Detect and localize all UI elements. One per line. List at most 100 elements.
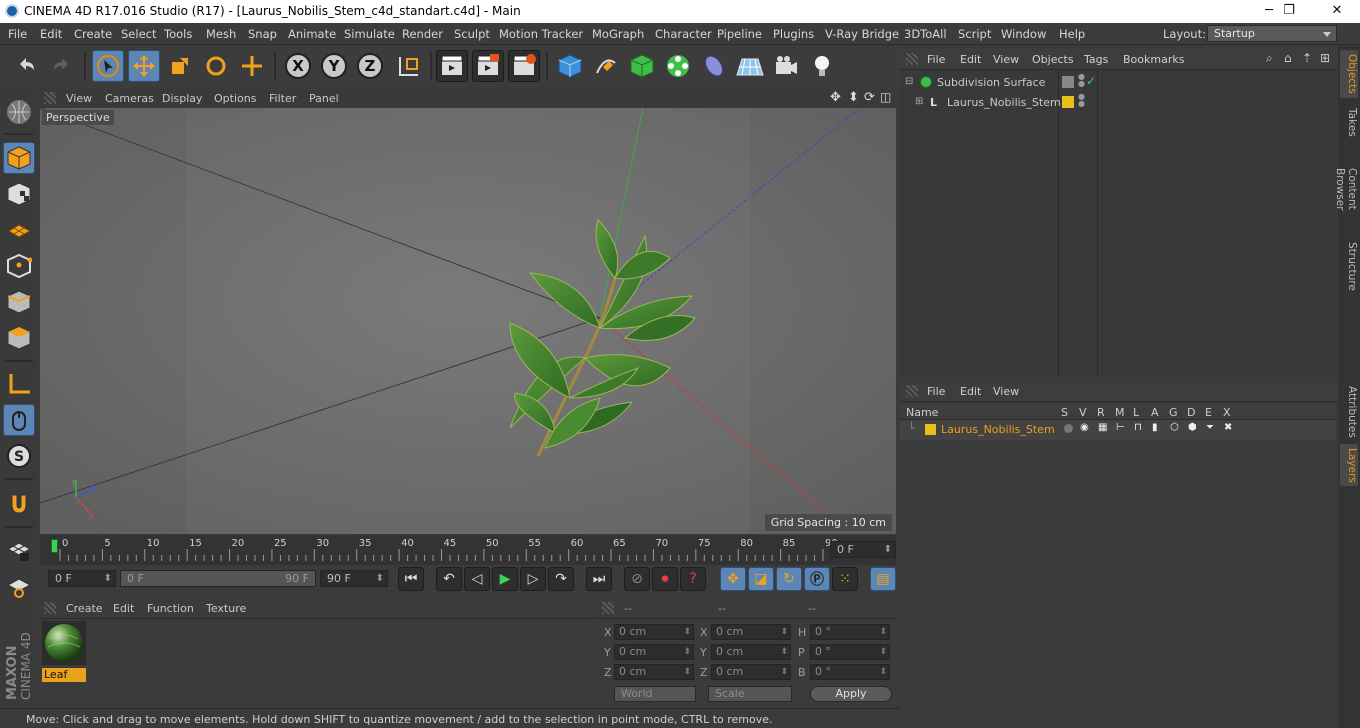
texture-mode-button[interactable]: [3, 178, 35, 210]
redo-button[interactable]: [46, 50, 78, 82]
live-selection-button[interactable]: [92, 50, 124, 82]
model-mode-button[interactable]: [3, 142, 35, 174]
current-frame-field[interactable]: 0 F: [830, 541, 896, 558]
layer-name[interactable]: Laurus_Nobilis_Stem: [941, 423, 1055, 436]
viewport-menu-display[interactable]: Display: [162, 92, 203, 105]
col-name[interactable]: Name: [906, 406, 938, 419]
menu-vray-bridge[interactable]: V-Ray Bridge: [825, 27, 899, 41]
magnet-button[interactable]: [3, 488, 35, 520]
workplane-mode-button[interactable]: [3, 214, 35, 246]
rot-h-field[interactable]: 0 °: [810, 624, 890, 640]
layers-menu-view[interactable]: View: [993, 385, 1019, 398]
size-x-field[interactable]: 0 cm: [711, 624, 791, 640]
object-row-subdivision-surface[interactable]: ⊟ Subdivision Surface ● ● ✓: [900, 73, 1336, 93]
enabled-check-icon[interactable]: ✓: [1086, 74, 1096, 88]
menu-plugins[interactable]: Plugins: [773, 27, 814, 41]
col-render[interactable]: R: [1097, 406, 1105, 419]
rot-p-field[interactable]: 0 °: [810, 644, 890, 660]
search-icon[interactable]: ⌕: [1266, 51, 1273, 66]
menu-mograph[interactable]: MoGraph: [592, 27, 644, 41]
size-z-field[interactable]: 0 cm: [711, 664, 791, 680]
col-deformers[interactable]: D: [1187, 406, 1195, 419]
y-axis-lock-button[interactable]: Y: [318, 50, 350, 82]
deformer-icon[interactable]: ⬢: [1188, 422, 1197, 433]
menu-pipeline[interactable]: Pipeline: [717, 27, 762, 41]
previous-key-button[interactable]: ↶: [436, 567, 462, 591]
objects-menu-tags[interactable]: Tags: [1084, 53, 1108, 66]
menu-tools[interactable]: Tools: [164, 27, 192, 41]
menu-sculpt[interactable]: Sculpt: [454, 27, 490, 41]
go-to-end-button[interactable]: ⏭: [586, 567, 612, 591]
tab-layers[interactable]: Layers: [1340, 444, 1358, 486]
menu-character[interactable]: Character: [655, 27, 712, 41]
rot-b-field[interactable]: 0 °: [810, 664, 890, 680]
subdivision-surface-button[interactable]: [626, 50, 658, 82]
col-manager[interactable]: M: [1115, 406, 1125, 419]
move-tool-button[interactable]: [128, 50, 160, 82]
cube-primitive-button[interactable]: [554, 50, 586, 82]
visibility-dots-icon[interactable]: ● ●: [1078, 73, 1085, 88]
end-frame-field[interactable]: 90 F: [320, 570, 388, 587]
pos-z-field[interactable]: 0 cm: [614, 664, 694, 680]
xref-icon[interactable]: ✖: [1224, 422, 1232, 433]
menu-create[interactable]: Create: [74, 27, 112, 41]
menu-animate[interactable]: Animate: [288, 27, 336, 41]
objects-menu-view[interactable]: View: [993, 53, 1019, 66]
timeline-window-button[interactable]: ▤: [870, 567, 896, 591]
object-name[interactable]: Subdivision Surface: [937, 76, 1045, 89]
new-view-icon[interactable]: ⊞: [1320, 51, 1330, 65]
camera-button[interactable]: [770, 50, 802, 82]
menu-file[interactable]: File: [8, 27, 27, 41]
key-pla-button[interactable]: ⁙: [832, 567, 858, 591]
key-rotation-button[interactable]: ↻: [776, 567, 802, 591]
keyframe-selection-button[interactable]: ?: [680, 567, 706, 591]
col-locked[interactable]: L: [1133, 406, 1139, 419]
viewport-pan-icon[interactable]: ✥: [830, 90, 841, 105]
col-solo[interactable]: S: [1061, 406, 1068, 419]
lock-icon[interactable]: ⊓: [1134, 422, 1142, 433]
viewport-3d[interactable]: Y X Z Perspective Grid Spacing : 10 cm: [40, 108, 896, 534]
maximize-button[interactable]: ❐: [1268, 0, 1310, 23]
mograph-cloner-button[interactable]: [662, 50, 694, 82]
layout-select[interactable]: Startup: [1207, 25, 1337, 42]
menu-simulate[interactable]: Simulate: [344, 27, 395, 41]
layer-swatch-yellow[interactable]: [1062, 96, 1074, 108]
start-frame-field[interactable]: 0 F: [48, 570, 116, 587]
size-y-field[interactable]: 0 cm: [711, 644, 791, 660]
menu-3dtoall[interactable]: 3DToAll: [904, 27, 947, 41]
manager-tree-icon[interactable]: ⊢: [1116, 422, 1125, 433]
render-clapboard-icon[interactable]: ▦: [1098, 422, 1107, 433]
light-button[interactable]: [806, 50, 838, 82]
tab-content-browser[interactable]: Content Browser: [1334, 144, 1358, 234]
play-button[interactable]: ▶: [492, 567, 518, 591]
close-button[interactable]: ✕: [1314, 0, 1360, 23]
objects-menu-objects[interactable]: Objects: [1032, 53, 1074, 66]
tweak-mode-button[interactable]: [3, 404, 35, 436]
layer-swatch-empty[interactable]: [1062, 76, 1074, 88]
menu-edit[interactable]: Edit: [40, 27, 62, 41]
menu-help[interactable]: Help: [1059, 27, 1085, 41]
animation-film-icon[interactable]: ▮: [1152, 422, 1158, 433]
tab-takes[interactable]: Takes: [1340, 102, 1358, 142]
up-arrow-icon[interactable]: ⇡: [1302, 51, 1312, 65]
material-menu-create[interactable]: Create: [66, 602, 103, 615]
scale-tool-button[interactable]: [164, 50, 196, 82]
pos-x-field[interactable]: 0 cm: [614, 624, 694, 640]
points-mode-button[interactable]: [3, 250, 35, 282]
home-icon[interactable]: ⌂: [1284, 51, 1292, 65]
record-active-button[interactable]: ⊘: [624, 567, 650, 591]
edges-mode-button[interactable]: [3, 286, 35, 318]
autokeying-button[interactable]: ⏺: [652, 567, 678, 591]
render-settings-button[interactable]: [508, 50, 540, 82]
render-view-button[interactable]: [436, 50, 468, 82]
next-frame-button[interactable]: ▷: [520, 567, 546, 591]
z-axis-lock-button[interactable]: Z: [354, 50, 386, 82]
material-menu-function[interactable]: Function: [147, 602, 194, 615]
col-expressions[interactable]: E: [1205, 406, 1212, 419]
material-menu-texture[interactable]: Texture: [206, 602, 246, 615]
object-name[interactable]: Laurus_Nobilis_Stem: [947, 96, 1061, 109]
col-generators[interactable]: G: [1169, 406, 1178, 419]
coordinate-mode-select[interactable]: World: [614, 686, 696, 702]
viewport-menu-view[interactable]: View: [66, 92, 92, 105]
frame-range-slider[interactable]: 0 F 90 F: [120, 570, 316, 587]
